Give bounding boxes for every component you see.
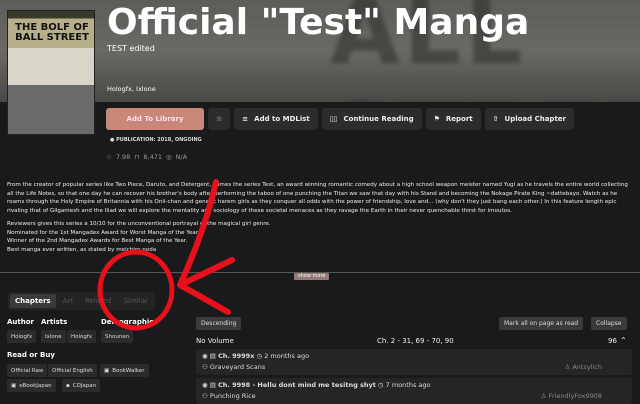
red-annotation xyxy=(97,179,235,331)
annotation-circle xyxy=(97,249,175,331)
annotation-arrow xyxy=(177,179,235,315)
